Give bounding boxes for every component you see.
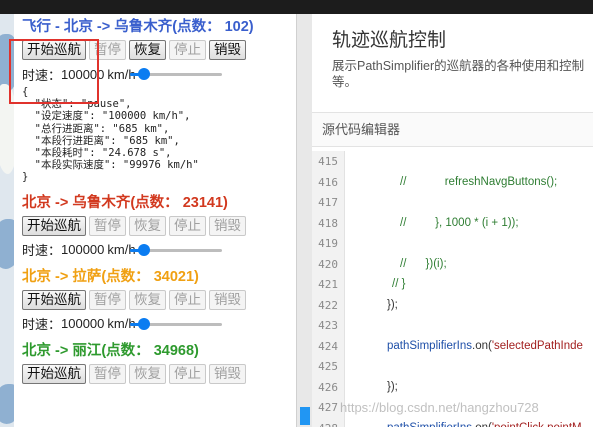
line-number: 417 bbox=[318, 196, 338, 209]
pause-button[interactable]: 暂停 bbox=[89, 215, 126, 236]
resume-button[interactable]: 恢复 bbox=[129, 289, 166, 310]
line-number: 427 bbox=[318, 401, 338, 414]
line-number: 421 bbox=[318, 278, 338, 291]
slider-thumb[interactable] bbox=[137, 317, 150, 330]
resume-button[interactable]: 恢复 bbox=[129, 40, 166, 60]
status-line: } bbox=[22, 171, 29, 184]
speed-label: 时速： bbox=[22, 243, 62, 258]
pause-button[interactable]: 暂停 bbox=[89, 363, 126, 384]
line-number: 425 bbox=[318, 360, 338, 373]
route-buttons: 开始巡航 暂停 恢复 停止 销毁 bbox=[22, 363, 296, 386]
status-line: "本段耗时": "24.678 s", bbox=[22, 146, 172, 159]
route-block: 北京 -> 乌鲁木齐(点数： 23141) 开始巡航 暂停 恢复 停止 销毁 时… bbox=[22, 192, 296, 260]
line-number: 423 bbox=[318, 319, 338, 332]
route-buttons: 开始巡航 暂停 恢复 停止 销毁 bbox=[22, 215, 296, 238]
speed-row: 时速： 100000 km/h bbox=[22, 240, 296, 260]
resume-button[interactable]: 恢复 bbox=[129, 363, 166, 384]
code-line: pathSimplifierIns.on('pointClick pointM bbox=[387, 422, 582, 427]
line-number-gutter: 415 416 417 418 419 420 421 422 423 424 425 426 427 4… bbox=[312, 151, 345, 427]
route-title: 北京 -> 拉萨(点数： 34021) bbox=[22, 268, 199, 285]
speed-value: 100000 bbox=[61, 242, 105, 257]
code-line: pathSimplifierIns.on('selectedPathInde bbox=[387, 339, 583, 352]
code-line: }); bbox=[387, 380, 398, 393]
stop-button[interactable]: 停止 bbox=[169, 215, 206, 236]
demo-description: 展示PathSimplifier的巡航器的各种使用和控制 等。 bbox=[332, 59, 585, 89]
destroy-button[interactable]: 销毁 bbox=[209, 215, 246, 236]
pause-button[interactable]: 暂停 bbox=[89, 289, 126, 310]
map-area[interactable]: 飞行 - 北京 -> 乌鲁木齐(点数： 102) 开始巡航 暂停 恢复 停止 销… bbox=[0, 14, 312, 427]
route-buttons: 开始巡航 暂停 恢复 停止 销毁 bbox=[22, 289, 296, 312]
top-bar bbox=[0, 0, 593, 14]
route-block: 北京 -> 丽江(点数： 34968) 开始巡航 暂停 恢复 停止 销毁 bbox=[22, 340, 296, 386]
code-line: // } bbox=[392, 278, 406, 290]
speed-slider[interactable] bbox=[129, 317, 222, 330]
speed-value: 100000 bbox=[61, 316, 105, 331]
slider-thumb[interactable] bbox=[137, 68, 150, 80]
line-number: 416 bbox=[318, 175, 338, 189]
panel-splitter[interactable] bbox=[296, 14, 312, 427]
destroy-button[interactable]: 销毁 bbox=[209, 40, 246, 60]
slider-thumb[interactable] bbox=[137, 243, 150, 256]
status-line: "本段行进距离": "685 km", bbox=[22, 134, 180, 147]
line-number: 415 bbox=[318, 155, 338, 168]
destroy-button[interactable]: 销毁 bbox=[209, 289, 246, 310]
code-line: // })(i); bbox=[400, 257, 447, 270]
demo-pane: 轨迹巡航控制 展示PathSimplifier的巡航器的各种使用和控制 等。 源… bbox=[312, 14, 593, 427]
code-line: // }, 1000 * (i + 1)); bbox=[400, 216, 519, 229]
line-number: 426 bbox=[318, 380, 338, 394]
line-number: 424 bbox=[318, 339, 338, 353]
stop-button[interactable]: 停止 bbox=[169, 40, 206, 60]
line-number: 428 bbox=[318, 422, 338, 427]
demo-title: 轨迹巡航控制 bbox=[332, 30, 447, 51]
start-cruise-button[interactable]: 开始巡航 bbox=[22, 215, 86, 236]
status-line: "本段实际速度": "99976 km/h" bbox=[22, 159, 199, 172]
line-number: 422 bbox=[318, 298, 338, 312]
route-title: 北京 -> 乌鲁木齐(点数： 23141) bbox=[22, 194, 228, 211]
route-title: 北京 -> 丽江(点数： 34968) bbox=[22, 342, 199, 359]
line-number: 418 bbox=[318, 216, 338, 230]
line-number: 420 bbox=[318, 257, 338, 271]
status-line: "总行进距离": "685 km", bbox=[22, 122, 170, 135]
stop-button[interactable]: 停止 bbox=[169, 363, 206, 384]
stop-button[interactable]: 停止 bbox=[169, 289, 206, 310]
route-block: 北京 -> 拉萨(点数： 34021) 开始巡航 暂停 恢复 停止 销毁 时速：… bbox=[22, 266, 296, 334]
speed-slider[interactable] bbox=[129, 243, 222, 256]
destroy-button[interactable]: 销毁 bbox=[209, 363, 246, 384]
editor-header: 源代码编辑器 bbox=[312, 112, 593, 147]
speed-row: 时速： 100000 km/h bbox=[22, 314, 296, 334]
highlight-box bbox=[9, 39, 99, 104]
resume-button[interactable]: 恢复 bbox=[129, 215, 166, 236]
code-line: // refreshNavgButtons(); bbox=[400, 175, 558, 188]
route-title: 飞行 - 北京 -> 乌鲁木齐(点数： 102) bbox=[22, 19, 254, 35]
code-editor[interactable]: 415 416 417 418 419 420 421 422 423 424 425 426 427 4… bbox=[312, 151, 593, 427]
watermark: https://blog.csdn.net/hangzhou728 bbox=[340, 400, 539, 415]
speed-slider[interactable] bbox=[129, 68, 222, 80]
start-cruise-button[interactable]: 开始巡航 bbox=[22, 363, 86, 384]
speed-label: 时速： bbox=[22, 317, 62, 332]
status-line: "设定速度": "100000 km/h", bbox=[22, 110, 191, 123]
scrollbar-thumb[interactable] bbox=[300, 407, 310, 425]
start-cruise-button[interactable]: 开始巡航 bbox=[22, 289, 86, 310]
line-number: 419 bbox=[318, 237, 338, 250]
code-line: }); bbox=[387, 298, 398, 311]
